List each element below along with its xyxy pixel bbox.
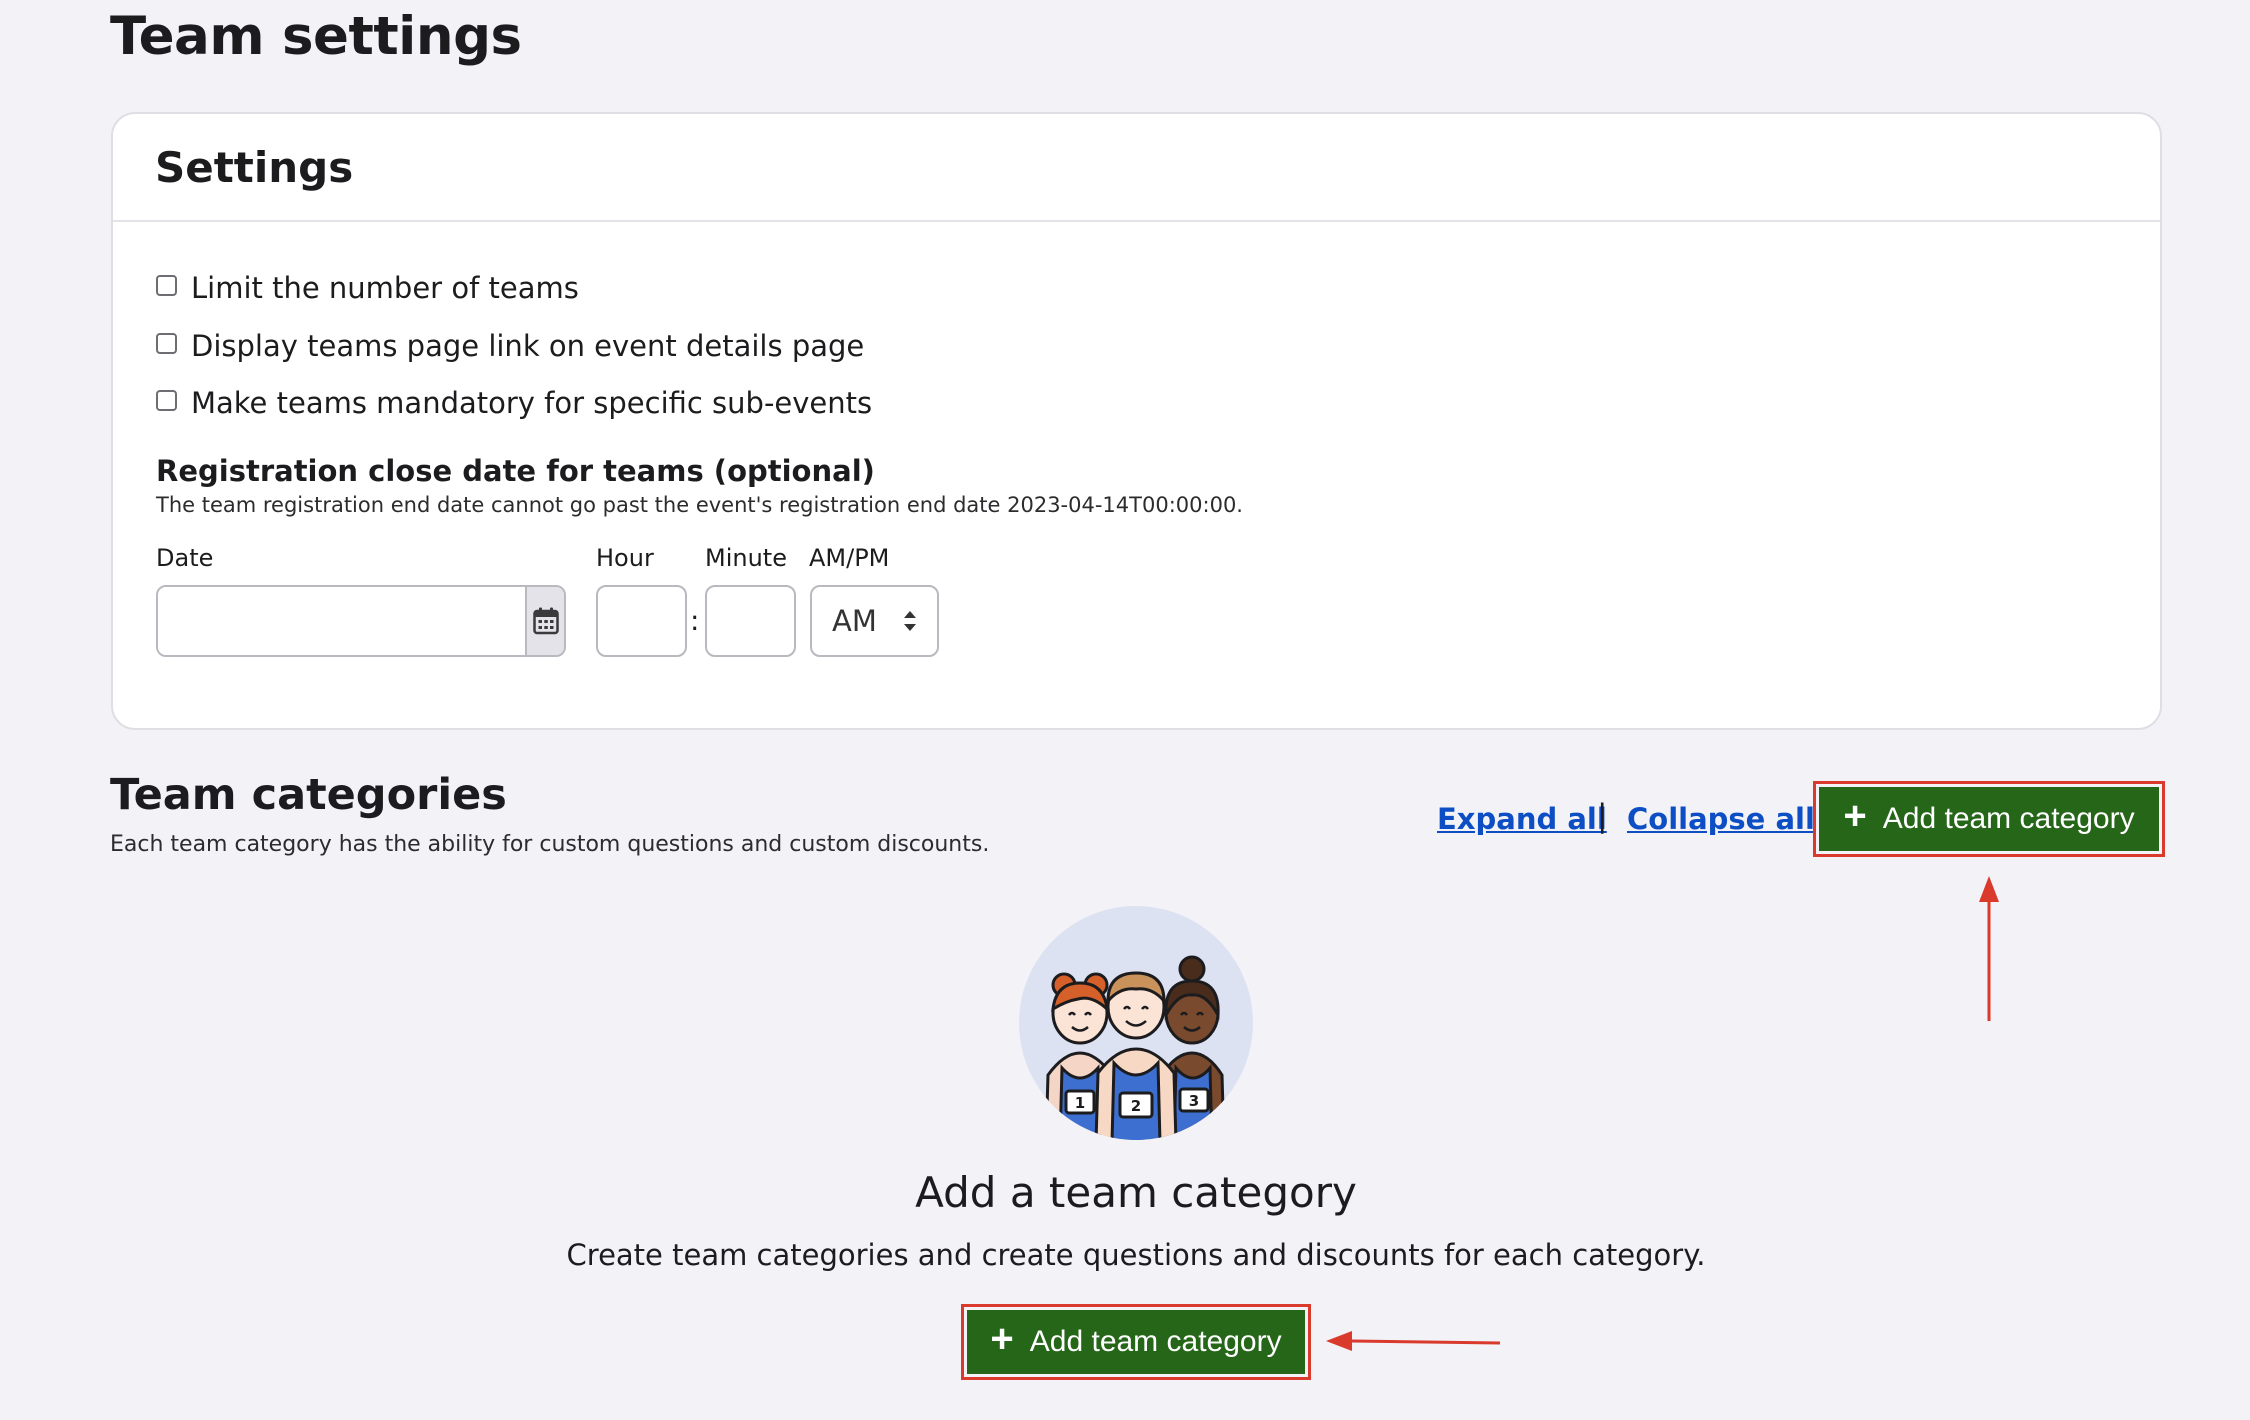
team-settings-page: Team settings Settings Limit the number … [0,0,2250,1420]
minute-input[interactable] [705,585,796,657]
ampm-value: AM [832,604,877,638]
team-categories-title: Team categories [110,770,507,820]
add-team-category-highlight: + Add team category [1813,781,2165,857]
time-separator: : [690,604,700,637]
expand-all-link[interactable]: Expand all [1437,802,1607,836]
settings-card: Settings Limit the number of teams Displ… [111,112,2162,730]
mandatory-teams-label: Make teams mandatory for specific sub-ev… [191,386,873,420]
mandatory-teams-checkbox[interactable] [156,389,177,411]
team-categories-description: Each team category has the ability for c… [110,832,990,857]
bib-number-3: 3 [1189,1092,1199,1110]
plus-icon: + [990,1317,1014,1361]
annotation-arrowhead-up [1979,876,1999,902]
bib-number-1: 1 [1075,1094,1085,1112]
add-team-category-button[interactable]: + Add team category [1819,787,2159,851]
display-teams-link-checkbox[interactable] [156,332,177,354]
empty-state-add-team-category-button[interactable]: + Add team category [967,1310,1305,1374]
ampm-select[interactable]: AM [810,585,939,657]
annotation-arrow-left [1351,1339,1501,1345]
add-team-category-button-label: Add team category [1882,802,2135,835]
calendar-icon [532,607,559,635]
settings-title: Settings [155,142,354,192]
limit-teams-option[interactable]: Limit the number of teams [156,271,579,305]
collapse-all-link[interactable]: Collapse all [1627,802,1815,836]
display-teams-link-label: Display teams page link on event details… [191,329,865,363]
calendar-button[interactable] [525,587,564,655]
minute-label: Minute [705,544,787,572]
empty-state-title: Add a team category [915,1168,1357,1217]
date-picker [156,585,566,657]
page-title: Team settings [110,6,522,67]
date-label: Date [156,544,214,572]
link-separator: | [1597,798,1608,834]
empty-state-add-highlight: + Add team category [961,1304,1311,1380]
limit-teams-label: Limit the number of teams [191,271,579,305]
empty-state-add-button-label: Add team category [1029,1325,1282,1358]
date-input[interactable] [158,587,525,655]
plus-icon: + [1843,794,1867,838]
sort-arrows-icon [904,611,916,631]
annotation-arrowhead-left [1326,1331,1352,1351]
registration-close-title: Registration close date for teams (optio… [156,454,875,488]
hour-label: Hour [596,544,654,572]
registration-close-description: The team registration end date cannot go… [156,493,1243,517]
limit-teams-checkbox[interactable] [156,274,177,296]
bib-number-2: 2 [1131,1097,1141,1115]
settings-card-header: Settings [113,114,2160,222]
team-runners-illustration: 1 2 3 [1019,906,1253,1140]
empty-state-description: Create team categories and create questi… [566,1238,1706,1272]
ampm-label: AM/PM [809,544,890,572]
hour-input[interactable] [596,585,687,657]
display-teams-link-option[interactable]: Display teams page link on event details… [156,329,864,363]
mandatory-teams-option[interactable]: Make teams mandatory for specific sub-ev… [156,386,872,420]
